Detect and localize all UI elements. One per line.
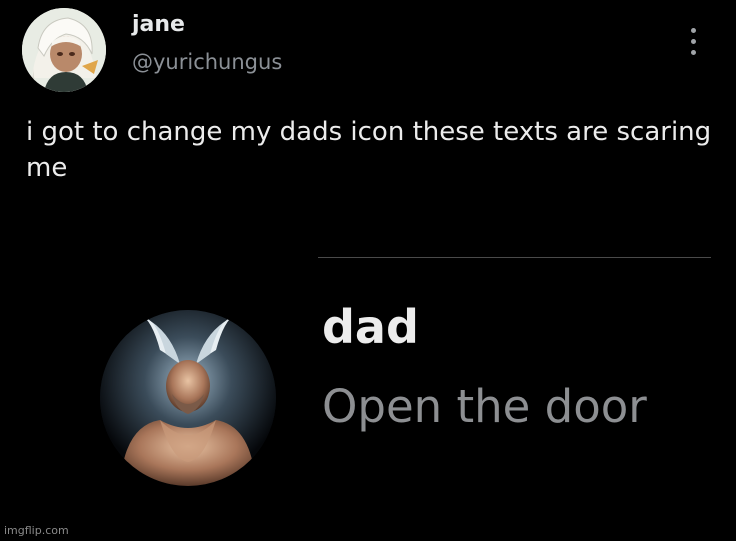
attachment-divider [318,257,711,258]
author-avatar[interactable] [22,8,106,92]
author-display-name[interactable]: jane [132,14,185,36]
message-preview: Open the door [322,380,647,433]
more-options-icon-dot [691,50,696,55]
watermark: imgflip.com [4,524,69,537]
tweet-text: i got to change my dads icon these texts… [26,117,712,183]
bald-fighter-avatar-icon [100,310,276,486]
anime-character-avatar-icon [22,8,106,92]
more-options-button[interactable] [682,24,706,60]
more-options-icon-dot [691,39,696,44]
author-handle[interactable]: @yurichungus [132,52,282,73]
more-options-icon [691,28,696,33]
tweet-header: jane @yurichungus [22,8,722,92]
contact-avatar [100,310,276,486]
contact-name: dad [322,300,419,354]
